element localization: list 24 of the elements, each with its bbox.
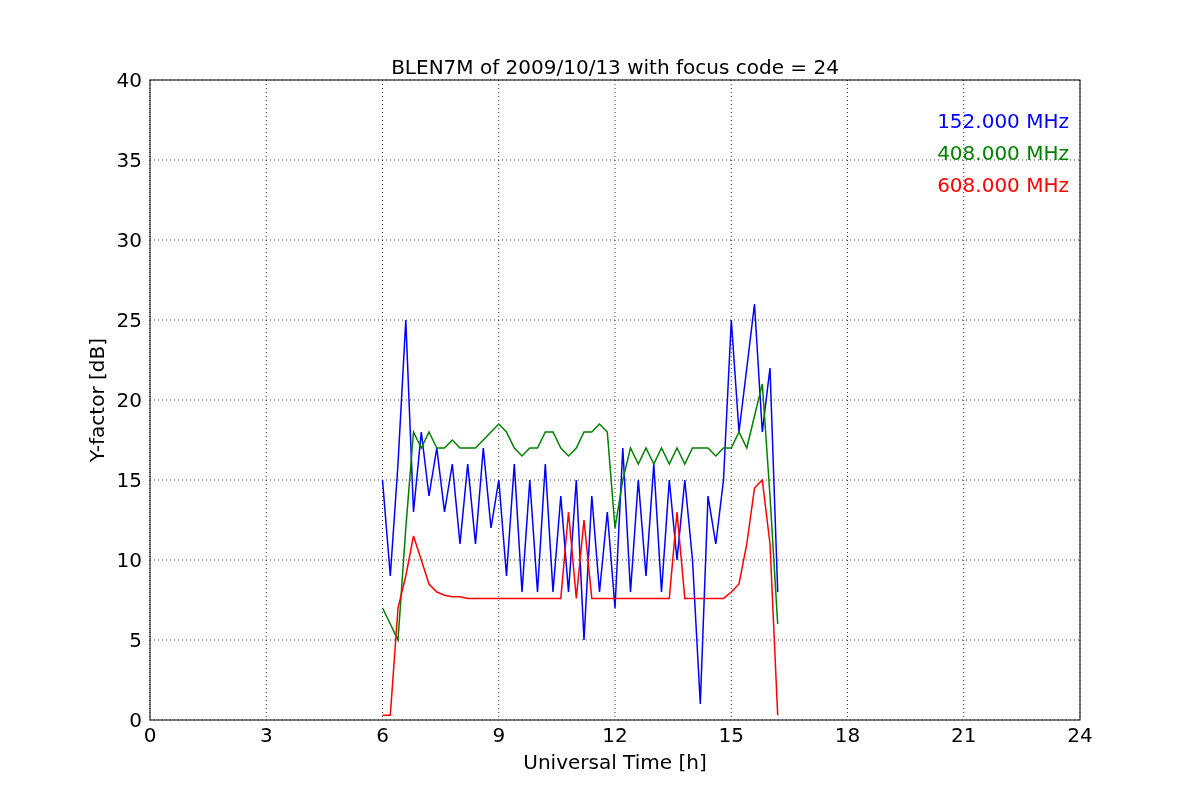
tick-label: 3 — [259, 723, 273, 747]
tick-label: 15 — [116, 468, 142, 492]
tick-label: 5 — [129, 628, 142, 652]
tick-label: 0 — [129, 708, 142, 732]
legend-label: 152.000 MHz — [937, 109, 1069, 133]
tick-label: 6 — [376, 723, 389, 747]
chart-title: BLEN7M of 2009/10/13 with focus code = 24 — [391, 55, 839, 79]
tick-label: 21 — [951, 723, 977, 747]
tick-label: 24 — [1067, 723, 1093, 747]
tick-label: 10 — [116, 548, 142, 572]
tick-label: 12 — [602, 723, 628, 747]
x-axis-label: Universal Time [h] — [523, 750, 707, 774]
tick-label: 25 — [116, 308, 142, 332]
tick-label: 15 — [718, 723, 744, 747]
legend-label: 408.000 MHz — [937, 141, 1069, 165]
legend-label: 608.000 MHz — [937, 173, 1069, 197]
tick-label: 20 — [116, 388, 142, 412]
tick-label: 30 — [116, 228, 142, 252]
y-axis-label: Y-factor [dB] — [85, 338, 109, 462]
tick-label: 0 — [143, 723, 157, 747]
tick-label: 9 — [492, 723, 506, 747]
tick-label: 18 — [834, 723, 861, 747]
tick-label: 35 — [116, 148, 142, 172]
tick-label: 40 — [116, 68, 142, 92]
